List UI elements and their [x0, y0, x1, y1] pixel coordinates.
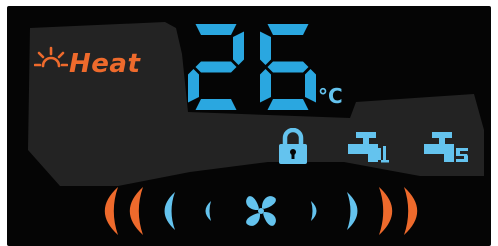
fan-speed-bar — [404, 187, 418, 235]
thermostat-screen: Heat °C — [0, 0, 498, 246]
fan-hub — [258, 208, 264, 214]
lock-icon — [279, 128, 307, 164]
temperature-readout — [188, 24, 316, 110]
water-valve-1-icon — [348, 132, 389, 163]
fan-speed-bar — [205, 201, 211, 221]
mode-label: Heat — [69, 49, 141, 79]
digit-segment — [267, 99, 309, 110]
fan-speed-bar — [129, 187, 143, 235]
fan-speed-bar — [379, 187, 393, 235]
digit-segment — [260, 69, 271, 103]
water-valve-2-icon — [424, 132, 468, 162]
digit-segment — [188, 69, 199, 103]
fan-speed-bar — [164, 192, 175, 230]
digit-segment — [260, 31, 271, 65]
digit-segment — [267, 61, 309, 73]
fan-icon — [246, 196, 276, 226]
temperature-unit: °C — [318, 84, 343, 108]
mode-indicator: Heat — [34, 40, 140, 84]
fan-speed-bar — [104, 187, 118, 235]
digit-segment — [195, 24, 237, 35]
sun-icon — [34, 46, 68, 68]
digit-segment — [233, 31, 244, 65]
digit-segment — [305, 69, 316, 103]
digit-segment — [195, 61, 237, 73]
fan-speed-bar — [311, 201, 317, 221]
digit-segment — [267, 24, 309, 35]
fan-speed-indicator — [104, 187, 418, 235]
fan-speed-bar — [347, 192, 358, 230]
digit-segment — [195, 99, 237, 110]
